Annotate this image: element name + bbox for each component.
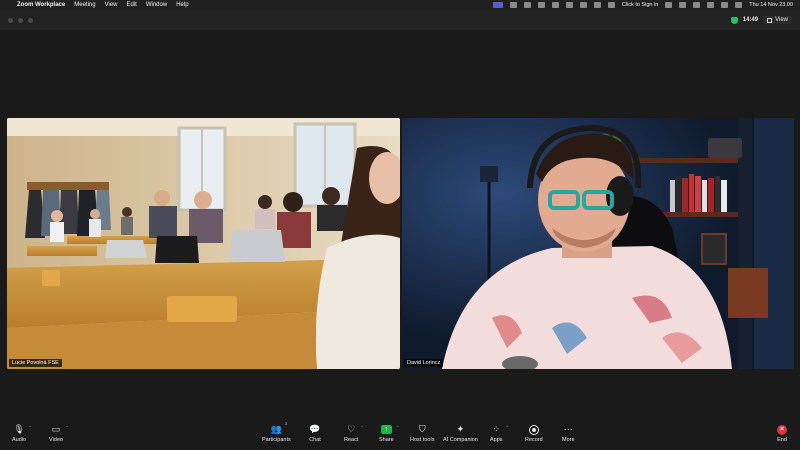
wifi-icon[interactable]: [707, 2, 715, 8]
participants-count: 2: [285, 421, 288, 426]
react-button[interactable]: ♡ ^ React: [344, 424, 364, 444]
view-button[interactable]: View: [763, 16, 792, 24]
participant-name-label: Lucie Povolná FSE: [9, 359, 62, 367]
apps-button[interactable]: ⁘ ^ Apps: [490, 424, 509, 444]
menu-window[interactable]: Window: [146, 2, 167, 8]
apps-label: Apps: [490, 437, 503, 443]
status-icon[interactable]: [565, 2, 573, 8]
status-icon[interactable]: [537, 2, 545, 8]
window-title-bar: 14:49 View: [0, 10, 800, 30]
classroom-video-feed: [7, 118, 400, 369]
menu-view[interactable]: View: [105, 2, 118, 8]
more-label: More: [562, 437, 575, 443]
end-button[interactable]: × End: [776, 424, 788, 443]
record-button[interactable]: Record: [525, 424, 543, 443]
search-icon[interactable]: [721, 2, 729, 8]
chevron-up-icon[interactable]: ^: [396, 425, 398, 429]
view-button-label: View: [775, 17, 788, 23]
more-button[interactable]: ⋯ More: [562, 424, 575, 444]
end-call-icon: ×: [776, 424, 788, 435]
menu-help[interactable]: Help: [176, 2, 188, 8]
grid-view-icon: [767, 17, 773, 23]
speaker-video-feed: [402, 118, 794, 369]
meeting-controls-bar: 🎙 ^ Audio ▭ ^ Video 👥 2 Participants 💬 Chat…: [0, 420, 800, 450]
moon-icon[interactable]: [679, 2, 687, 8]
participant-video-tile[interactable]: David Lorincz: [402, 118, 794, 369]
app-menu-zoom[interactable]: Zoom Workplace: [17, 2, 65, 8]
minimize-window-button[interactable]: [18, 17, 23, 23]
shield-icon: ⛉: [418, 424, 426, 434]
participants-label: Participants: [262, 437, 291, 443]
video-label: Video: [49, 437, 63, 443]
chat-button[interactable]: 💬 Chat: [309, 424, 321, 444]
status-icon[interactable]: [523, 2, 531, 8]
camera-icon: ▭ ^: [51, 424, 68, 434]
macos-menu-bar: Zoom Workplace Meeting View Edit Window …: [0, 0, 800, 10]
end-label: End: [777, 437, 787, 443]
chevron-up-icon[interactable]: ^: [361, 425, 363, 429]
audio-label: Audio: [12, 437, 27, 443]
close-window-button[interactable]: [8, 17, 13, 23]
host-tools-label: Host tools: [410, 437, 435, 443]
status-icon[interactable]: [593, 2, 601, 8]
meeting-timer: 14:49: [742, 17, 759, 23]
chevron-up-icon[interactable]: ^: [29, 425, 31, 429]
chevron-up-icon[interactable]: ^: [66, 425, 68, 429]
share-label: Share: [379, 437, 394, 443]
audio-button[interactable]: 🎙 ^ Audio: [12, 424, 32, 444]
video-stage: Lucie Povolná FSE David Lorincz: [0, 30, 800, 420]
share-screen-icon: ↑ ^: [380, 424, 398, 435]
heart-icon: ♡ ^: [347, 424, 364, 434]
sparkle-icon: ✦: [456, 424, 465, 434]
microphone-icon: 🎙 ^: [13, 424, 32, 434]
chat-label: Chat: [309, 437, 321, 443]
status-icon[interactable]: [579, 2, 587, 8]
video-button[interactable]: ▭ ^ Video: [49, 424, 68, 444]
host-tools-button[interactable]: ⛉ Host tools: [410, 424, 435, 444]
menu-meeting[interactable]: Meeting: [74, 2, 95, 8]
apps-icon: ⁘ ^: [492, 424, 509, 434]
zoom-status-icon[interactable]: [492, 2, 503, 8]
participant-video-tile[interactable]: Lucie Povolná FSE: [7, 118, 400, 369]
react-label: React: [344, 437, 359, 443]
display-icon[interactable]: [693, 2, 701, 8]
click-to-sign-in[interactable]: Click to Sign in: [622, 2, 658, 8]
record-label: Record: [525, 437, 543, 443]
status-icon[interactable]: [607, 2, 615, 8]
menu-edit[interactable]: Edit: [127, 2, 137, 8]
participant-name-label: David Lorincz: [404, 359, 444, 367]
participants-icon: 👥 2: [270, 421, 288, 434]
ai-companion-button[interactable]: ✦ AI Companion: [443, 424, 478, 444]
share-button[interactable]: ↑ ^ Share: [379, 424, 398, 444]
headphones-icon[interactable]: [665, 2, 673, 8]
zoom-window-button[interactable]: [28, 17, 33, 23]
status-icon[interactable]: [551, 2, 559, 8]
ai-companion-label: AI Companion: [443, 437, 478, 443]
more-icon: ⋯: [563, 424, 573, 434]
chat-bubble-icon: 💬: [309, 424, 321, 434]
chevron-up-icon[interactable]: ^: [506, 425, 508, 429]
record-icon: [528, 424, 540, 435]
encryption-shield-icon[interactable]: [730, 16, 738, 24]
control-center-icon[interactable]: [735, 2, 743, 8]
menubar-clock[interactable]: Thu 14 Nov 23.00: [749, 2, 793, 8]
participants-button[interactable]: 👥 2 Participants: [262, 421, 291, 444]
status-icon[interactable]: [509, 2, 517, 8]
